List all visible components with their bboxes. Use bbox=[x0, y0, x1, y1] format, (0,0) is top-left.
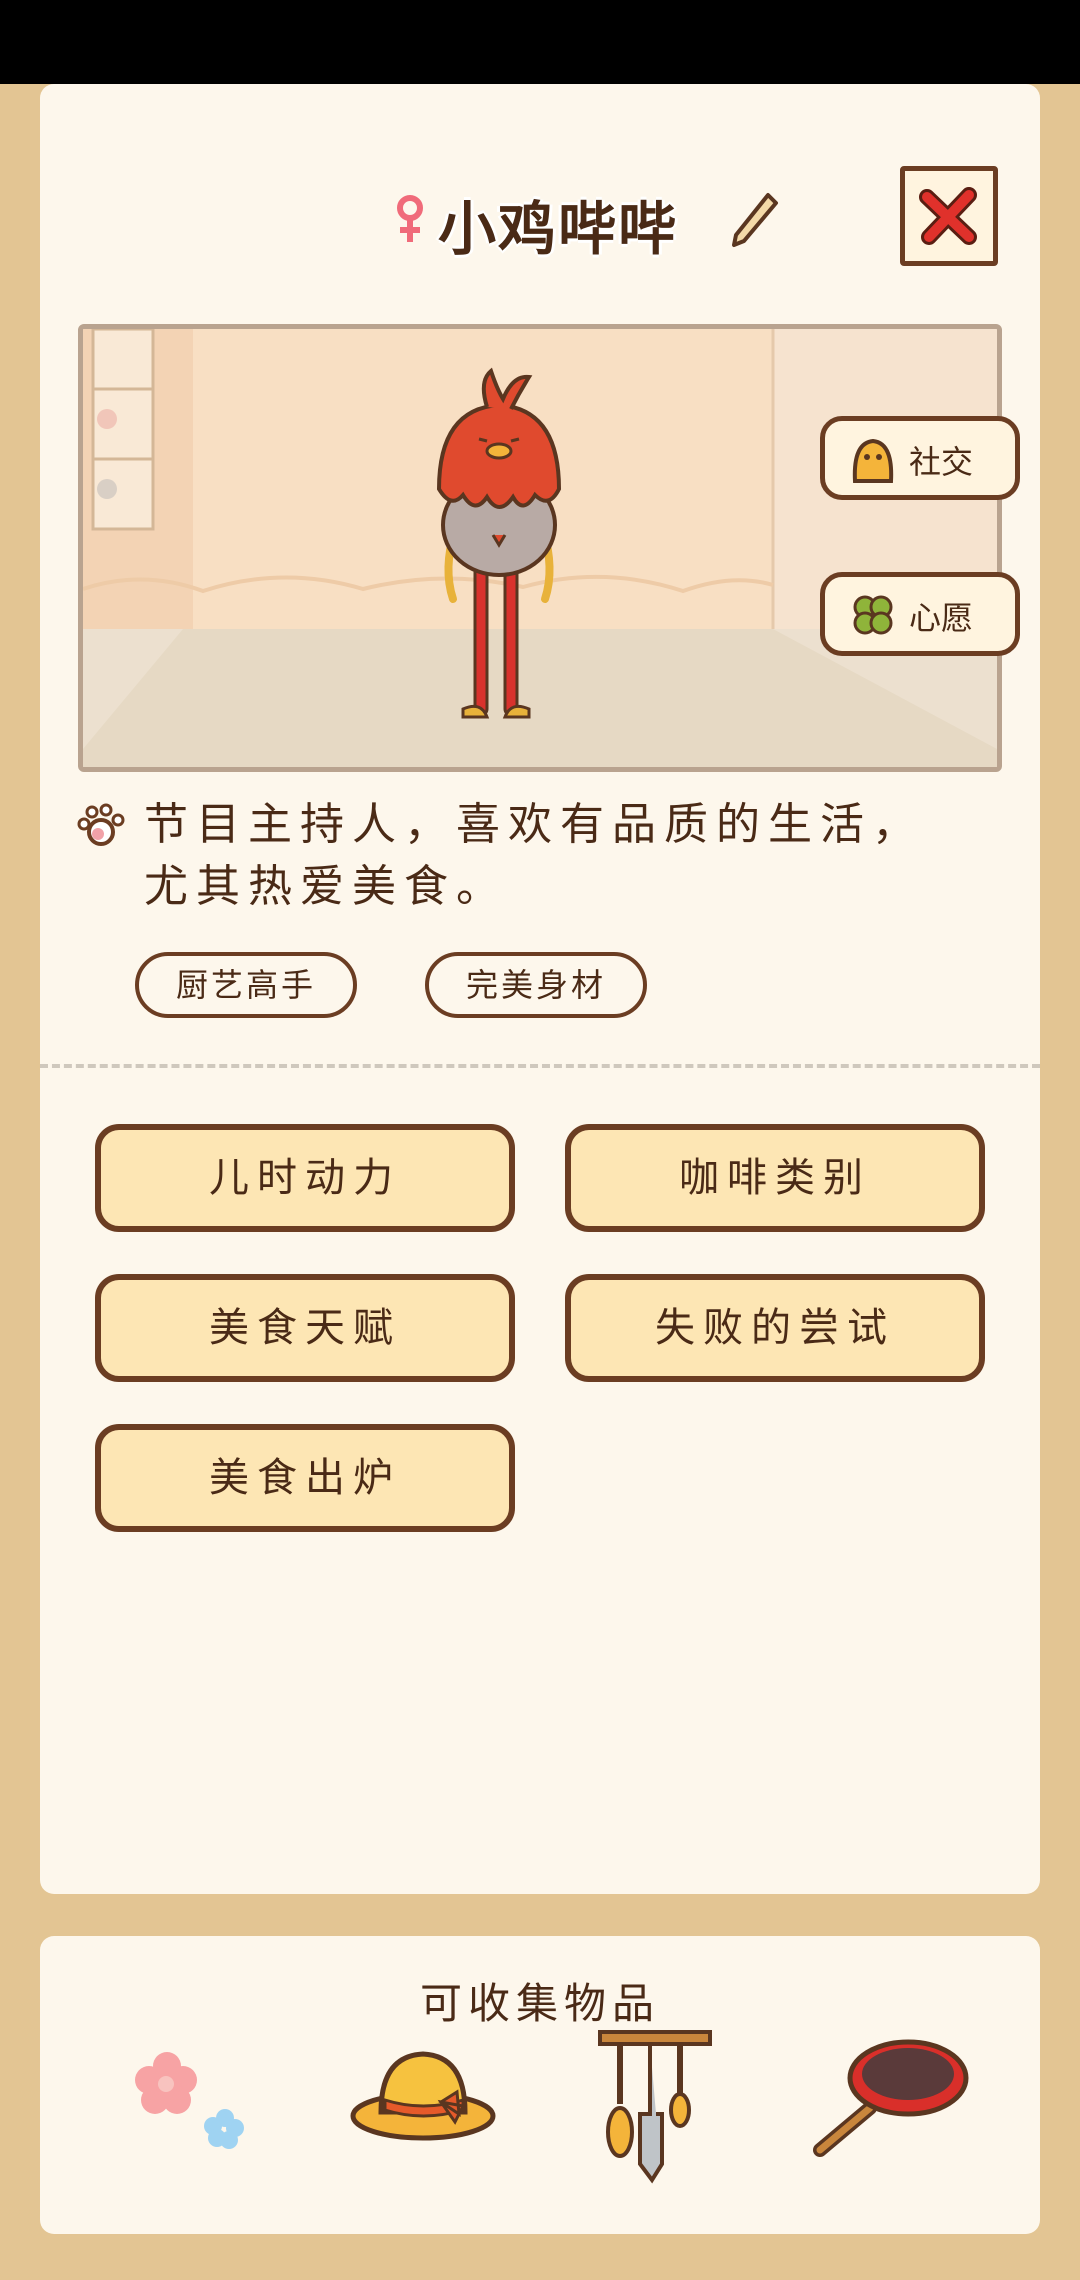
description-line-1: 节目主持人，喜欢有品质的生活， bbox=[144, 799, 924, 850]
wish-button[interactable]: 心愿 bbox=[820, 572, 1020, 656]
character-name: 小鸡哔哔 bbox=[438, 195, 679, 263]
character-room-scene bbox=[78, 324, 1002, 772]
topic-button[interactable]: 儿时动力 bbox=[95, 1124, 515, 1232]
topic-button[interactable]: 美食天赋 bbox=[95, 1274, 515, 1382]
close-button[interactable] bbox=[900, 166, 998, 266]
clover-icon bbox=[853, 595, 893, 635]
character-description: 节目主持人，喜欢有品质的生活， 尤其热爱美食。 bbox=[144, 794, 1004, 918]
close-icon bbox=[919, 187, 977, 245]
section-divider bbox=[40, 1064, 1040, 1068]
room-background bbox=[83, 329, 997, 767]
paw-icon bbox=[77, 803, 125, 846]
topic-button[interactable]: 失败的尝试 bbox=[565, 1274, 985, 1382]
description-line-2: 尤其热爱美食。 bbox=[144, 861, 508, 912]
edit-name-pencil-icon[interactable] bbox=[730, 189, 780, 249]
flowers-icon[interactable] bbox=[125, 2036, 255, 2166]
status-bar bbox=[0, 0, 1080, 84]
social-label: 社交 bbox=[909, 443, 974, 481]
female-gender-icon bbox=[397, 195, 423, 242]
trait-tag: 厨艺高手 bbox=[135, 952, 357, 1018]
wish-label: 心愿 bbox=[909, 599, 974, 637]
collectibles-panel: 可收集物品 bbox=[40, 1936, 1040, 2234]
social-button[interactable]: 社交 bbox=[820, 416, 1020, 500]
frying-pan-icon[interactable] bbox=[800, 2028, 970, 2168]
collectibles-title: 可收集物品 bbox=[419, 1979, 660, 2028]
utensil-rack-icon[interactable] bbox=[590, 2024, 720, 2184]
straw-hat-icon[interactable] bbox=[345, 2036, 505, 2166]
character-profile-card: 小鸡哔哔 社交 心愿 节目主持人，喜欢有品质的生活， 尤其热爱美食。 厨艺高手 … bbox=[40, 84, 1040, 1894]
topic-button[interactable]: 美食出炉 bbox=[95, 1424, 515, 1532]
social-icon bbox=[852, 438, 894, 483]
trait-tag: 完美身材 bbox=[425, 952, 647, 1018]
topic-button[interactable]: 咖啡类别 bbox=[565, 1124, 985, 1232]
